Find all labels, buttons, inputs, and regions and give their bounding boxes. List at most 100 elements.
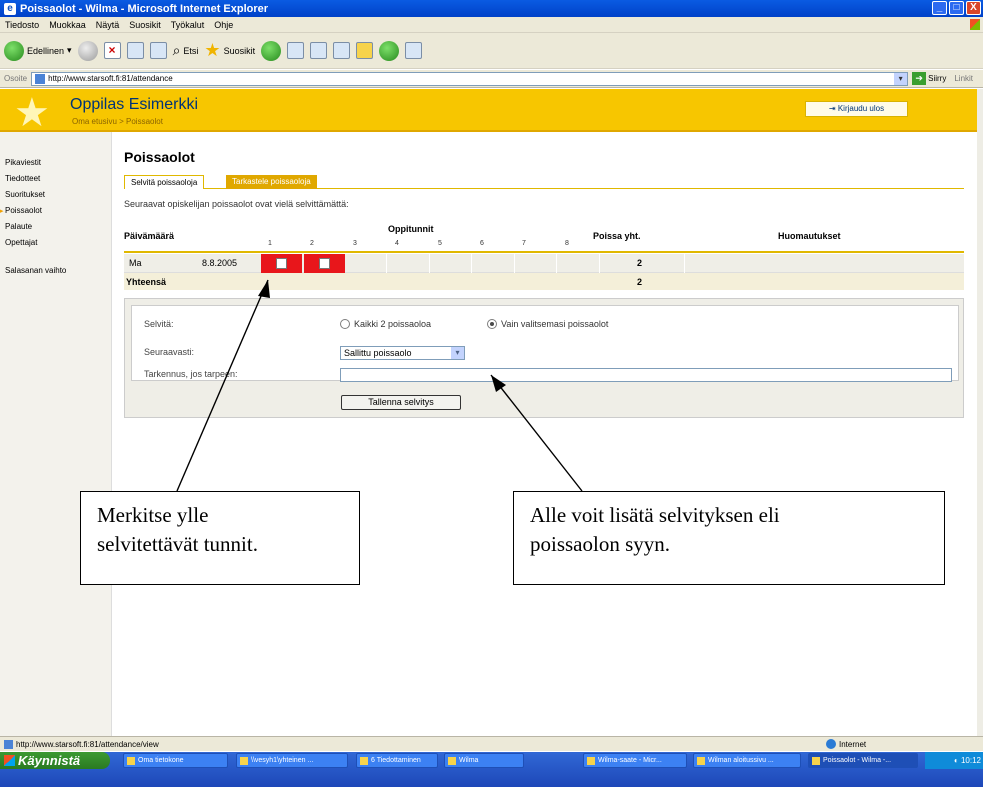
minimize-button[interactable]: _ [932, 1, 947, 15]
task-poissaolot[interactable]: Poissaolot - Wilma -... [808, 753, 918, 768]
menu-item-favorites[interactable]: Suosikit [124, 20, 166, 30]
page-icon [4, 739, 13, 749]
save-explanation-button[interactable]: Tallenna selvitys [341, 395, 461, 410]
absent-lesson-1 [261, 254, 302, 273]
mail-icon[interactable] [287, 42, 305, 59]
folder-icon [360, 757, 368, 765]
lesson-number: 2 [310, 240, 314, 247]
task-vesyh1[interactable]: \\vesyh1\yhteinen ... [236, 753, 348, 768]
go-label: Siirry [928, 74, 947, 83]
menu-item-file[interactable]: Tiedosto [0, 20, 44, 30]
forward-button[interactable] [77, 40, 98, 61]
favorites-label: Suosikit [223, 45, 256, 56]
radio-selected-absences[interactable]: Vain valitsemasi poissaolot [487, 319, 608, 329]
menu-item-view[interactable]: Näytä [91, 20, 125, 30]
sidebar-item-poissaolot[interactable]: Poissaolot [5, 206, 42, 215]
address-input[interactable]: http://www.starsoft.fi:81/attendance ▾ [31, 71, 909, 86]
task-label: Oma tietokone [138, 757, 184, 764]
explain-label: Selvitä: [144, 319, 174, 329]
print-icon[interactable] [310, 42, 328, 59]
row-date: 8.8.2005 [202, 258, 238, 268]
task-wilman-aloitussivu[interactable]: Wilman aloitussivu ... [693, 753, 801, 768]
maximize-button[interactable]: □ [949, 1, 964, 15]
followup-label: Seuraavasti: [144, 347, 195, 357]
window-titlebar: e Poissaolot - Wilma - Microsoft Interne… [0, 0, 983, 17]
messenger-icon[interactable] [379, 40, 400, 61]
logout-button[interactable]: ⇥ Kirjaudu ulos [805, 101, 908, 117]
research-icon[interactable] [405, 42, 423, 59]
tab-tarkastele[interactable]: Tarkastele poissaoloja [226, 175, 317, 189]
back-button[interactable]: Edellinen ▾ [4, 40, 72, 61]
tray-icon[interactable]: ◐ [954, 756, 959, 765]
sum-total: 2 [637, 276, 643, 287]
task-label: \\vesyh1\yhteinen ... [251, 757, 314, 764]
stop-icon[interactable]: × [103, 42, 121, 59]
back-arrow-icon [4, 40, 24, 61]
search-icon: ⌕ [172, 42, 181, 58]
vertical-scrollbar[interactable] [977, 89, 983, 736]
menu-item-tools[interactable]: Työkalut [166, 20, 210, 30]
page-icon [35, 73, 46, 84]
favorites-button[interactable]: ★ Suosikit [204, 40, 255, 61]
breadcrumb[interactable]: Oma etusivu > Poissaolot [72, 117, 163, 126]
site-header: ★ Oppilas Esimerkki Oma etusivu > Poissa… [0, 89, 977, 133]
status-url: http://www.starsoft.fi:81/attendance/vie… [16, 739, 159, 749]
menu-item-help[interactable]: Ohje [209, 20, 238, 30]
links-button[interactable]: Linkit [954, 74, 973, 83]
menu-item-edit[interactable]: Muokkaa [44, 20, 91, 30]
search-button[interactable]: ⌕ Etsi [173, 42, 199, 59]
go-button[interactable]: ➔ Siirry [912, 72, 946, 85]
task-tiedottaminen[interactable]: 6 Tiedottaminen [356, 753, 438, 768]
start-button[interactable]: Käynnistä [0, 752, 110, 769]
network-folder-icon [240, 757, 248, 765]
radio-selected-icon [487, 319, 497, 329]
radio-all-absences[interactable]: Kaikki 2 poissaoloa [340, 319, 431, 329]
row-total: 2 [637, 258, 643, 268]
reason-select[interactable]: Sallittu poissaolo ▾ [340, 346, 465, 360]
folder-icon[interactable] [356, 42, 374, 59]
explanation-form: Selvitä: Kaikki 2 poissaoloa Vain valits… [131, 305, 959, 382]
radio-all-label: Kaikki 2 poissaoloa [354, 319, 432, 329]
cell-divider [386, 254, 387, 273]
row-day: Ma [129, 258, 142, 268]
main-panel: Poissaolot Selvitä poissaoloja Tarkastel… [112, 132, 977, 736]
chevron-down-icon: ▾ [451, 347, 464, 359]
sidebar-item-opettajat[interactable]: Opettajat [5, 238, 37, 247]
sidebar-item-salasanan-vaihto[interactable]: Salasanan vaihto [5, 266, 66, 275]
menu-bar: Tiedosto Muokkaa Näytä Suosikit Työkalut… [0, 17, 983, 33]
table-row: Ma 8.8.2005 2 [124, 254, 964, 273]
address-label: Osoite [4, 74, 28, 83]
refresh-icon[interactable] [126, 42, 144, 59]
lesson-2-checkbox[interactable] [319, 258, 330, 269]
active-arrow-icon: ▸ [0, 208, 4, 215]
system-tray: ◐ 10:12 [925, 752, 983, 769]
sidebar-item-tiedotteet[interactable]: Tiedotteet [5, 174, 40, 183]
lesson-1-checkbox[interactable] [276, 258, 287, 269]
detail-input[interactable] [340, 368, 952, 382]
close-button[interactable]: X [966, 1, 981, 15]
ie-icon [697, 757, 705, 765]
sidebar-item-pikaviestit[interactable]: Pikaviestit [5, 158, 41, 167]
history-icon[interactable] [261, 40, 282, 61]
clock: 10:12 [960, 756, 981, 765]
intro-text: Seuraavat opiskelijan poissaolot ovat vi… [124, 199, 349, 209]
globe-icon [826, 739, 836, 749]
student-name: Oppilas Esimerkki [70, 96, 199, 113]
home-icon[interactable] [149, 42, 167, 59]
sum-label: Yhteensä [126, 276, 167, 287]
sidebar-item-suoritukset[interactable]: Suoritukset [5, 190, 45, 199]
screen: e Poissaolot - Wilma - Microsoft Interne… [0, 0, 983, 787]
lesson-number: 6 [480, 240, 484, 247]
lesson-number: 3 [353, 240, 357, 247]
edit-icon[interactable] [333, 42, 351, 59]
cell-divider [599, 254, 600, 273]
computer-icon [127, 757, 135, 765]
chevron-down-icon[interactable]: ▾ [894, 72, 908, 85]
sidebar-item-palaute[interactable]: Palaute [5, 222, 32, 231]
ie-icon: e [4, 2, 16, 15]
task-wilma-saate[interactable]: Wilma-saate - Micr... [583, 753, 687, 768]
tab-selvita[interactable]: Selvitä poissaoloja [124, 175, 205, 189]
callout-left-line-2: selvitettävät tunnit. [97, 532, 258, 556]
task-wilma[interactable]: Wilma [444, 753, 524, 768]
task-oma-tietokone[interactable]: Oma tietokone [123, 753, 228, 768]
